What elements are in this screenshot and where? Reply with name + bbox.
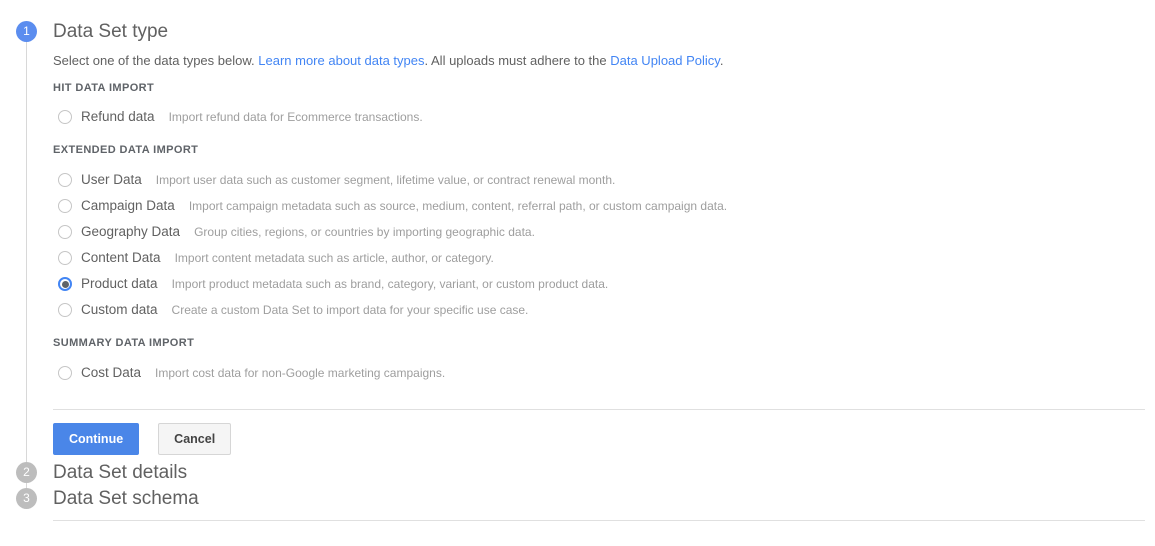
option-description-cost-data: Import cost data for non-Google marketin… (155, 366, 446, 380)
option-label-content-data: Content Data (81, 250, 161, 265)
step-bullet-2[interactable]: 2 (16, 462, 37, 483)
option-label-refund-data: Refund data (81, 109, 155, 124)
radio-icon-custom-data[interactable] (58, 303, 72, 317)
option-description-geography-data: Group cities, regions, or countries by i… (194, 225, 535, 239)
group-label-summary-data-import: SUMMARY DATA IMPORT (53, 337, 195, 349)
step-title-data-set-details: Data Set details (53, 462, 188, 483)
learn-more-data-types-link[interactable]: Learn more about data types (258, 53, 424, 68)
data-set-wizard: 1 Data Set type Select one of the data t… (0, 0, 1155, 546)
option-label-user-data: User Data (81, 172, 142, 187)
radio-icon-geography-data[interactable] (58, 225, 72, 239)
radio-icon-product-data[interactable] (58, 277, 72, 291)
subtitle-lead: Select one of the data types below. (53, 53, 259, 68)
radio-option-cost-data[interactable]: Cost Data Import cost data for non-Googl… (58, 364, 445, 382)
radio-icon-user-data[interactable] (58, 173, 72, 187)
radio-icon-refund-data[interactable] (58, 110, 72, 124)
radio-option-geography-data[interactable]: Geography Data Group cities, regions, or… (58, 223, 535, 241)
subtitle-middle: . All uploads must adhere to the (424, 53, 611, 68)
option-label-custom-data: Custom data (81, 302, 158, 317)
continue-button[interactable]: Continue (53, 423, 140, 455)
radio-option-content-data[interactable]: Content Data Import content metadata suc… (58, 249, 494, 267)
cancel-button[interactable]: Cancel (158, 423, 232, 455)
step-title-data-set-schema: Data Set schema (53, 488, 199, 509)
radio-option-custom-data[interactable]: Custom data Create a custom Data Set to … (58, 301, 528, 319)
option-label-product-data: Product data (81, 276, 158, 291)
bottom-divider (53, 520, 1145, 521)
option-label-campaign-data: Campaign Data (81, 198, 175, 213)
step-bullet-1[interactable]: 1 (16, 21, 37, 42)
actions-divider (53, 409, 1145, 410)
option-description-user-data: Import user data such as customer segmen… (155, 173, 616, 187)
radio-icon-campaign-data[interactable] (58, 199, 72, 213)
radio-option-refund-data[interactable]: Refund data Import refund data for Ecomm… (58, 108, 423, 126)
step-subtitle: Select one of the data types below. Lear… (53, 52, 723, 69)
step-title-data-set-type: Data Set type (53, 21, 169, 42)
option-description-product-data: Import product metadata such as brand, c… (171, 277, 609, 291)
radio-option-product-data[interactable]: Product data Import product metadata suc… (58, 275, 608, 293)
step-bullet-3[interactable]: 3 (16, 488, 37, 509)
radio-icon-content-data[interactable] (58, 251, 72, 265)
group-label-extended-data-import: EXTENDED DATA IMPORT (53, 144, 199, 156)
option-description-campaign-data: Import campaign metadata such as source,… (188, 199, 728, 213)
data-upload-policy-link[interactable]: Data Upload Policy (610, 53, 720, 68)
radio-option-campaign-data[interactable]: Campaign Data Import campaign metadata s… (58, 197, 727, 215)
radio-option-user-data[interactable]: User Data Import user data such as custo… (58, 171, 615, 189)
group-label-hit-data-import: HIT DATA IMPORT (53, 82, 155, 94)
option-description-custom-data: Create a custom Data Set to import data … (171, 303, 529, 317)
option-label-cost-data: Cost Data (81, 365, 142, 380)
stepper-rail (26, 32, 27, 497)
radio-icon-cost-data[interactable] (58, 366, 72, 380)
subtitle-tail: . (719, 53, 724, 68)
option-label-geography-data: Geography Data (81, 224, 181, 239)
action-bar: Continue Cancel (53, 423, 232, 455)
option-description-refund-data: Import refund data for Ecommerce transac… (168, 110, 423, 124)
option-description-content-data: Import content metadata such as article,… (174, 251, 494, 265)
